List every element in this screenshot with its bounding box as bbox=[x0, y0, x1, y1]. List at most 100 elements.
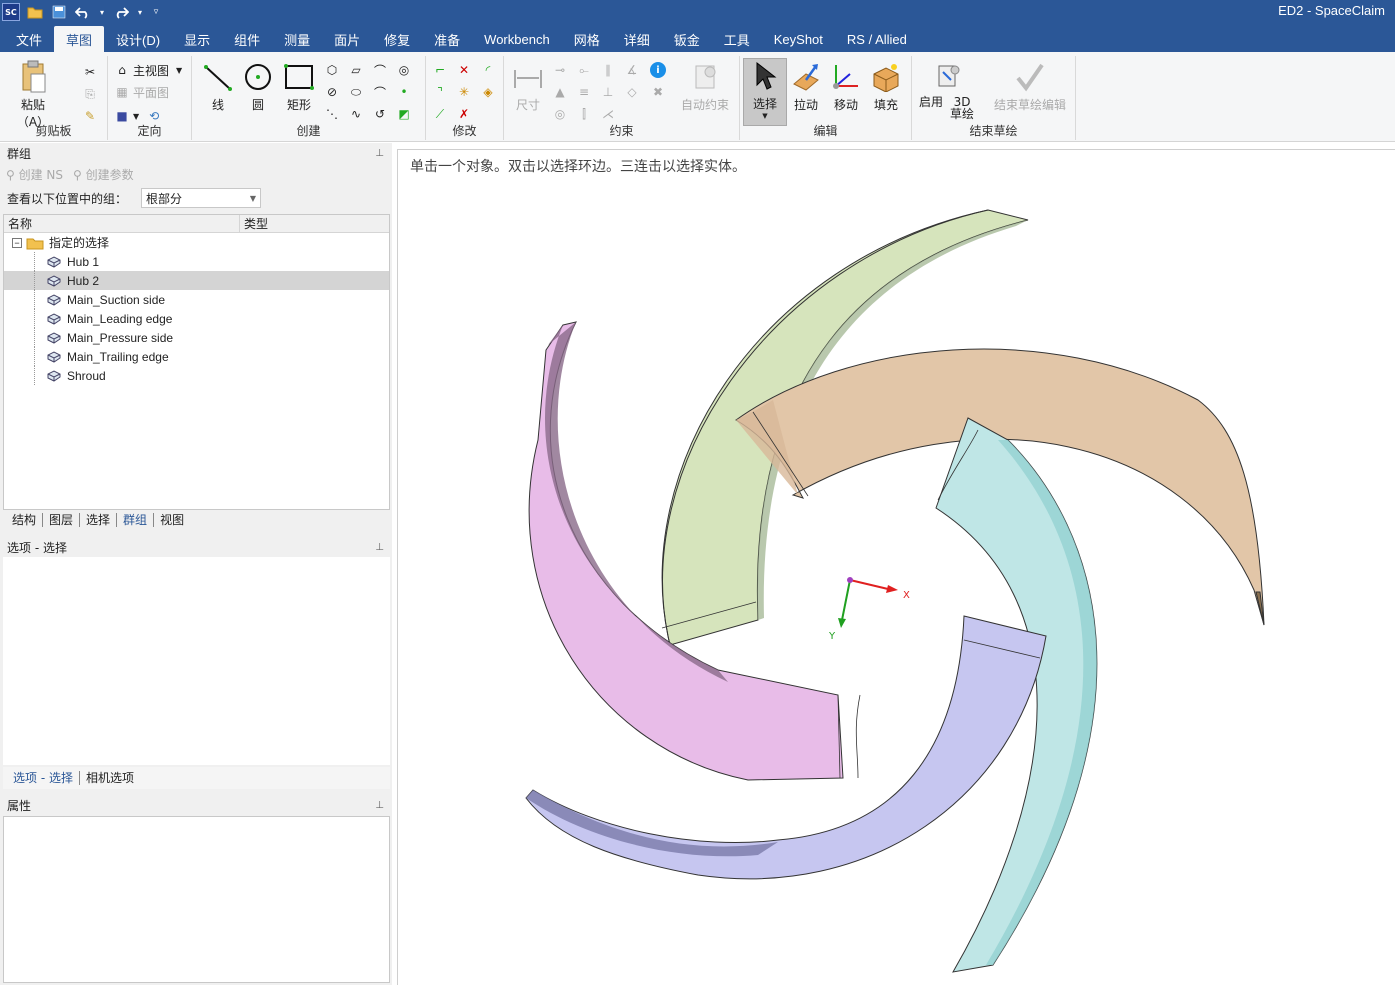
column-type-header[interactable]: 类型 bbox=[240, 215, 388, 232]
pin-icon[interactable]: ⊥ bbox=[375, 542, 384, 553]
pin-icon[interactable]: ⊥ bbox=[375, 148, 384, 159]
create-param-button[interactable]: ⚲ 创建参数 bbox=[73, 166, 134, 183]
menu-tab[interactable]: 草图 bbox=[54, 26, 105, 52]
auto-constrain-button[interactable]: 自动约束 bbox=[678, 60, 732, 113]
arc-tool-icon[interactable]: ⌒ bbox=[372, 82, 388, 102]
graphics-viewport[interactable]: X Y 单击一个对象。双击以选择环边。三连击以选择实体。 bbox=[397, 149, 1395, 985]
menu-tab[interactable]: 面片 bbox=[322, 26, 372, 52]
copy-icon[interactable]: ⎘ bbox=[82, 84, 98, 104]
tangent-constraint-icon[interactable]: ⟜ bbox=[576, 60, 592, 80]
tree-item[interactable]: Shroud bbox=[4, 366, 389, 385]
redo-dropdown-icon[interactable]: ▾ bbox=[136, 3, 144, 21]
project-icon[interactable]: ◈ bbox=[480, 82, 496, 102]
menu-tab[interactable]: KeyShot bbox=[762, 26, 835, 52]
concentric-constraint-icon[interactable]: ◎ bbox=[552, 104, 568, 124]
select-dropdown-icon[interactable]: ▼ bbox=[744, 112, 786, 120]
midpoint-constraint-icon[interactable]: ⫿ bbox=[576, 104, 592, 124]
tree-item[interactable]: Main_Pressure side bbox=[4, 328, 389, 347]
fix-constraint-icon[interactable]: ▲ bbox=[552, 82, 568, 102]
cube-dropdown-icon[interactable]: ▼ bbox=[133, 112, 139, 121]
collapse-toggle-icon[interactable]: − bbox=[12, 237, 22, 248]
coincident-constraint-icon[interactable]: ⋌ bbox=[600, 104, 616, 124]
open-icon[interactable] bbox=[26, 3, 44, 21]
tab-options-select[interactable]: 选项 - 选择 bbox=[7, 771, 80, 785]
undo-dropdown-icon[interactable]: ▾ bbox=[98, 3, 106, 21]
parallel-constraint-icon[interactable]: ∥ bbox=[600, 60, 616, 80]
angle-constraint-icon[interactable]: ∡ bbox=[624, 60, 640, 80]
undo-icon[interactable] bbox=[74, 3, 92, 21]
cut-icon[interactable]: ✂ bbox=[82, 62, 98, 82]
panel-tab[interactable]: 图层 bbox=[43, 513, 81, 527]
menu-tab[interactable]: 工具 bbox=[712, 26, 762, 52]
trim-away-icon[interactable]: ✕ bbox=[456, 60, 472, 80]
pull-tool-button[interactable]: 拉动 bbox=[784, 60, 828, 113]
menu-tab[interactable]: 修复 bbox=[372, 26, 422, 52]
menu-tab[interactable]: 准备 bbox=[422, 26, 472, 52]
dimension-button[interactable]: 尺寸 bbox=[506, 60, 550, 113]
plan-view-button[interactable]: ▦ 平面图 bbox=[114, 82, 169, 102]
corner-icon[interactable]: ⌝ bbox=[432, 82, 448, 102]
redo-icon[interactable] bbox=[112, 3, 130, 21]
tree-item[interactable]: Hub 1 bbox=[4, 252, 389, 271]
enable-3d-sketch-button[interactable]: 启用 3D 草绘 bbox=[918, 60, 978, 120]
move-tool-button[interactable]: 移动 bbox=[824, 60, 868, 113]
circle-tool-button[interactable]: 圆 bbox=[236, 60, 280, 113]
end-sketch-edit-button[interactable]: 结束草绘编辑 bbox=[988, 60, 1072, 113]
tree-folder-row[interactable]: − 指定的选择 bbox=[4, 233, 389, 252]
home-view-button[interactable]: ⌂ 主视图 ▼ bbox=[114, 60, 182, 80]
point-tool-icon[interactable]: • bbox=[396, 82, 412, 102]
menu-tab[interactable]: 网格 bbox=[562, 26, 612, 52]
sweep-arc-icon[interactable]: ↺ bbox=[372, 104, 388, 124]
three-point-rect-icon[interactable]: ▱ bbox=[348, 60, 364, 80]
menu-tab[interactable]: Workbench bbox=[472, 26, 562, 52]
look-in-dropdown[interactable]: 根部分 ▼ bbox=[141, 188, 262, 208]
tree-item[interactable]: Main_Leading edge bbox=[4, 309, 389, 328]
menu-tab[interactable]: 设计(D) bbox=[104, 26, 172, 52]
scale-icon[interactable]: ✗ bbox=[456, 104, 472, 124]
slot-tool-icon[interactable]: ⊘ bbox=[324, 82, 340, 102]
polygon-tool-icon[interactable]: ⬡ bbox=[324, 60, 340, 80]
spline-tool-icon[interactable]: ∿ bbox=[348, 104, 364, 124]
menu-tab[interactable]: 文件 bbox=[4, 26, 54, 52]
equal-constraint-icon[interactable]: ≡ bbox=[576, 82, 592, 102]
paste-button[interactable]: 粘贴（A） bbox=[8, 60, 58, 130]
face-curve-icon[interactable]: ◩ bbox=[396, 104, 412, 124]
panel-tab[interactable]: 结构 bbox=[6, 513, 44, 527]
split-curve-icon[interactable]: ✳ bbox=[456, 82, 472, 102]
home-view-dropdown-icon[interactable]: ▼ bbox=[176, 66, 182, 75]
tree-item[interactable]: Main_Trailing edge bbox=[4, 347, 389, 366]
menu-tab[interactable]: 组件 bbox=[222, 26, 272, 52]
construction-line-icon[interactable]: ⋱ bbox=[324, 104, 340, 124]
tangent-arc-icon[interactable]: ⌒ bbox=[372, 60, 388, 80]
save-icon[interactable] bbox=[50, 3, 68, 21]
customize-qat-icon[interactable]: ▿ bbox=[150, 3, 162, 21]
ellipse-tool-icon[interactable]: ⬭ bbox=[348, 82, 364, 102]
tab-camera-options[interactable]: 相机选项 bbox=[80, 771, 140, 785]
column-name-header[interactable]: 名称 bbox=[4, 215, 240, 232]
menu-tab[interactable]: 详细 bbox=[612, 26, 662, 52]
panel-tab[interactable]: 选择 bbox=[80, 513, 118, 527]
circle-3pt-icon[interactable]: ◎ bbox=[396, 60, 412, 80]
select-tool-button[interactable]: 选择 ▼ bbox=[743, 58, 787, 126]
menu-tab[interactable]: 钣金 bbox=[662, 26, 712, 52]
horizontal-constraint-icon[interactable]: ⊸ bbox=[552, 60, 568, 80]
line-tool-button[interactable]: 线 bbox=[196, 60, 240, 113]
panel-tab[interactable]: 视图 bbox=[154, 513, 190, 527]
info-icon[interactable]: i bbox=[650, 60, 666, 80]
fillet-sketch-icon[interactable]: ⌐ bbox=[432, 60, 448, 80]
menu-tab[interactable]: 测量 bbox=[272, 26, 322, 52]
symmetric-constraint-icon[interactable]: ◇ bbox=[624, 82, 640, 102]
tree-item[interactable]: Hub 2 bbox=[4, 271, 389, 290]
delete-constraint-icon[interactable]: ✖ bbox=[650, 82, 666, 102]
perpendicular-constraint-icon[interactable]: ⊥ bbox=[600, 82, 616, 102]
rectangle-tool-button[interactable]: 矩形 bbox=[277, 60, 321, 113]
offset-curve-icon[interactable]: ◜ bbox=[480, 60, 496, 80]
pin-icon[interactable]: ⊥ bbox=[375, 800, 384, 811]
menu-tab[interactable]: 显示 bbox=[172, 26, 222, 52]
impeller-scene[interactable]: X Y bbox=[398, 150, 1395, 985]
fill-tool-button[interactable]: 填充 bbox=[864, 60, 908, 113]
tree-item[interactable]: Main_Suction side bbox=[4, 290, 389, 309]
bend-icon[interactable]: ⟋ bbox=[432, 104, 448, 124]
create-ns-button[interactable]: ⚲ 创建 NS bbox=[6, 166, 63, 183]
menu-tab[interactable]: RS / Allied bbox=[835, 26, 919, 52]
